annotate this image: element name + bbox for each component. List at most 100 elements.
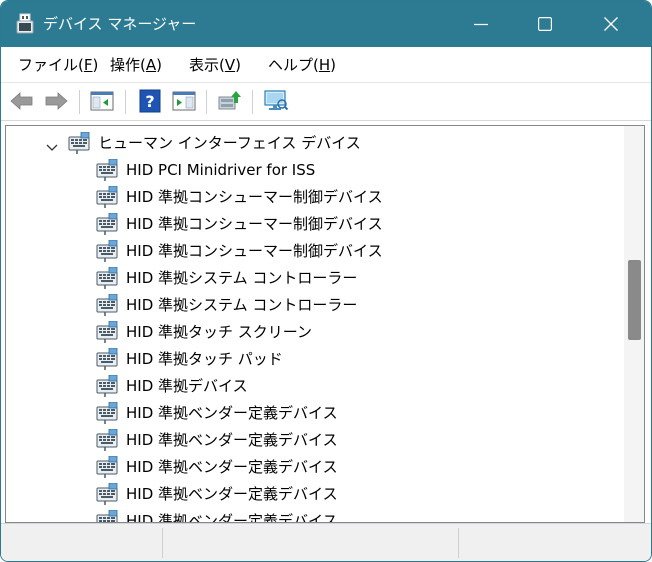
menu-bar: ファイル(F) 操作(A) 表示(V) ヘルプ(H) [1,47,651,83]
device-manager-window: デバイス マネージャー ファイル(F) 操作(A) 表示(V) ヘルプ(H) ?… [0,0,652,562]
tree-item[interactable]: HID 準拠タッチ スクリーン [6,319,624,346]
menu-help[interactable]: ヘルプ(H) [268,54,336,76]
tree-item-label: HID 準拠コンシューマー制御デバイス [126,188,383,206]
scrollbar-thumb[interactable] [628,260,641,340]
menu-help-close-paren: ) [330,56,336,74]
close-button[interactable] [579,1,643,47]
hid-device-icon [96,401,118,425]
scan-hardware-changes-icon [264,90,289,111]
maximize-icon [538,17,552,31]
vertical-scrollbar[interactable] [624,126,644,522]
minimize-icon [474,23,488,26]
status-pane-1 [1,528,163,558]
properties-icon [172,91,196,111]
device-manager-icon [15,13,35,35]
hid-device-icon [96,320,118,344]
menu-action[interactable]: 操作(A) [110,54,162,76]
title-bar[interactable]: デバイス マネージャー [1,1,651,47]
show-hide-console-tree-icon [90,91,114,111]
menu-view[interactable]: 表示(V) [189,54,241,76]
hid-device-icon [96,374,118,398]
status-pane-3 [459,528,651,558]
toolbar-separator [206,90,207,114]
tree-item-label: HID 準拠コンシューマー制御デバイス [126,242,383,260]
tree-item[interactable]: HID PCI Minidriver for ISS [6,157,624,184]
tree-item-label: HID 準拠ベンダー定義デバイス [126,431,338,449]
status-pane-2 [163,528,459,558]
menu-action-close-paren: ) [156,56,162,74]
hid-device-icon [96,239,118,263]
back-button[interactable] [9,88,35,114]
menu-file-accesskey: F [83,56,93,74]
menu-view-accesskey: V [224,56,236,74]
toolbar: ? [1,83,651,121]
window-title: デバイス マネージャー [43,15,197,33]
back-arrow-icon [10,92,33,110]
close-icon [604,17,618,31]
tree-item-label: HID 準拠タッチ スクリーン [126,323,313,341]
tree-item[interactable]: HID 準拠ベンダー定義デバイス [6,427,624,454]
chevron-down-icon[interactable] [46,138,58,157]
tree-item-label: HID 準拠システム コントローラー [126,269,358,287]
tree-item[interactable]: HID 準拠タッチ パッド [6,346,624,373]
tree-item[interactable]: HID 準拠コンシューマー制御デバイス [6,184,624,211]
tree-item[interactable]: HID 準拠コンシューマー制御デバイス [6,211,624,238]
scan-hardware-changes-button[interactable] [263,88,289,114]
menu-file[interactable]: ファイル(F) [18,54,98,76]
help-button[interactable]: ? [137,88,163,114]
menu-view-label: 表示( [189,56,225,74]
toolbar-separator [125,90,126,114]
tree-category-label: ヒューマン インターフェイス デバイス [98,134,361,152]
menu-action-label: 操作( [110,56,146,74]
tree-item-label: HID PCI Minidriver for ISS [126,161,316,179]
status-bar [1,523,651,561]
menu-help-accesskey: H [318,56,331,74]
tree-item-label: HID 準拠ベンダー定義デバイス [126,485,338,503]
hid-device-icon [96,509,118,522]
hid-device-icon [68,131,90,155]
hid-device-icon [96,293,118,317]
tree-item[interactable]: HID 準拠ベンダー定義デバイス [6,454,624,481]
tree-item-label: HID 準拠コンシューマー制御デバイス [126,215,383,233]
tree-item[interactable]: HID 準拠ベンダー定義デバイス [6,481,624,508]
tree-item[interactable]: HID 準拠ベンダー定義デバイス [6,400,624,427]
menu-action-accesskey: A [145,56,157,74]
menu-help-label: ヘルプ( [268,56,319,74]
hid-device-icon [96,158,118,182]
forward-arrow-icon [45,92,68,110]
tree-item-label: HID 準拠タッチ パッド [126,350,283,368]
tree-item[interactable]: HID 準拠システム コントローラー [6,292,624,319]
tree-item-label: HID 準拠ベンダー定義デバイス [126,404,338,422]
hid-device-icon [96,185,118,209]
hid-device-icon [96,347,118,371]
tree-item[interactable]: HID 準拠システム コントローラー [6,265,624,292]
minimize-button[interactable] [449,1,513,47]
tree-item-label: HID 準拠ベンダー定義デバイス [126,512,338,523]
menu-file-close-paren: ) [92,56,99,74]
hid-device-icon [96,212,118,236]
update-driver-button[interactable] [216,88,242,114]
svg-text:?: ? [145,92,154,111]
maximize-button[interactable] [513,1,577,47]
toolbar-separator [79,90,80,114]
properties-button[interactable] [171,88,197,114]
toolbar-separator [252,90,253,114]
hid-device-icon [96,455,118,479]
menu-file-label: ファイル( [18,56,84,74]
tree-item-label: HID 準拠デバイス [126,377,248,395]
show-hide-console-tree-button[interactable] [89,88,115,114]
tree-item-label: HID 準拠ベンダー定義デバイス [126,458,338,476]
tree-item-label: HID 準拠システム コントローラー [126,296,358,314]
update-driver-icon [218,91,241,110]
hid-device-icon [96,482,118,506]
menu-view-close-paren: ) [235,56,241,74]
forward-button[interactable] [43,88,69,114]
tree-item[interactable]: HID 準拠デバイス [6,373,624,400]
tree-item[interactable]: HID 準拠コンシューマー制御デバイス [6,238,624,265]
tree-category-hid[interactable]: ヒューマン インターフェイス デバイス [6,130,624,157]
help-icon: ? [139,89,161,113]
device-tree[interactable]: ヒューマン インターフェイス デバイス HID PCI Minidriver fo… [5,125,645,523]
tree-item[interactable]: HID 準拠ベンダー定義デバイス [6,508,624,523]
hid-device-icon [96,428,118,452]
hid-device-icon [96,266,118,290]
